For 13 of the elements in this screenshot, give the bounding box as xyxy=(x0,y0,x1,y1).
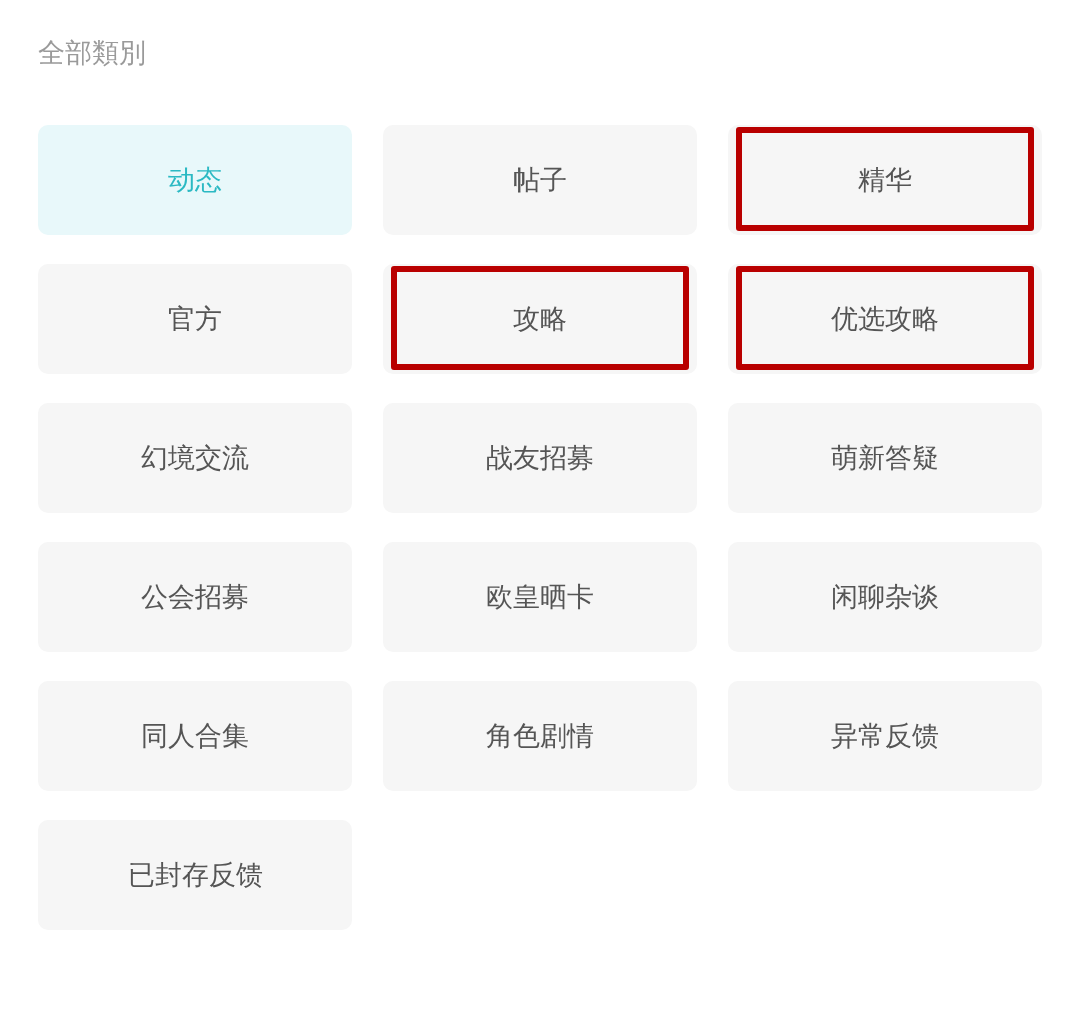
category-tab[interactable]: 幻境交流 xyxy=(38,403,352,513)
category-tab[interactable]: 异常反馈 xyxy=(728,681,1042,791)
category-tab[interactable]: 战友招募 xyxy=(383,403,697,513)
category-tab[interactable]: 同人合集 xyxy=(38,681,352,791)
section-title: 全部類別 xyxy=(38,36,146,70)
category-tab[interactable]: 角色剧情 xyxy=(383,681,697,791)
category-tab[interactable]: 已封存反馈 xyxy=(38,820,352,930)
category-tab[interactable]: 帖子 xyxy=(383,125,697,235)
category-tab[interactable]: 萌新答疑 xyxy=(728,403,1042,513)
category-tab[interactable]: 欧皇晒卡 xyxy=(383,542,697,652)
category-tab[interactable]: 闲聊杂谈 xyxy=(728,542,1042,652)
category-tab[interactable]: 官方 xyxy=(38,264,352,374)
category-tab[interactable]: 公会招募 xyxy=(38,542,352,652)
